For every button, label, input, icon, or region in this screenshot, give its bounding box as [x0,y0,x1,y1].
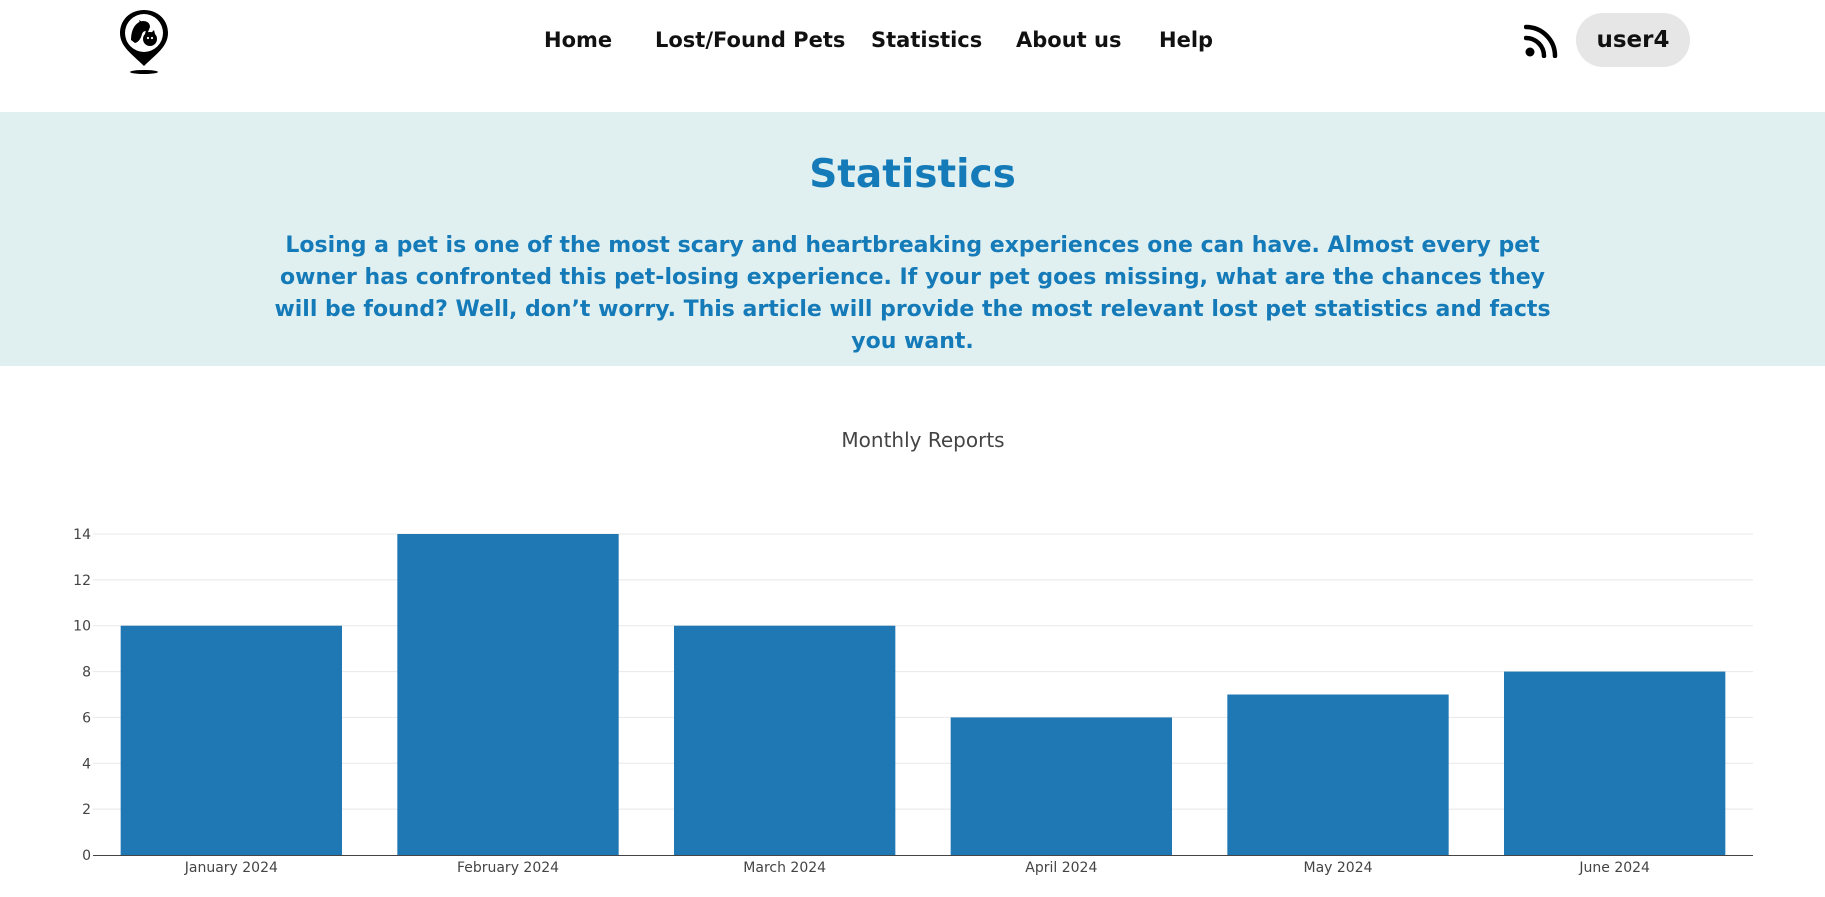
y-tick-label: 8 [82,665,91,681]
x-tick-label: April 2024 [1025,860,1097,876]
x-tick-label: June 2024 [1578,860,1650,876]
bar-chart-svg: Monthly Reports 0 2 4 6 8 10 12 14 January 2024 Fe… [73,428,1753,876]
nav-about-us[interactable]: About us [1016,22,1121,58]
chart-title: Monthly Reports [841,428,1004,452]
x-tick-label: February 2024 [457,860,559,876]
y-tick-label: 6 [82,710,91,726]
y-tick-label: 4 [82,756,91,772]
hero-banner: Statistics Losing a pet is one of the mo… [0,112,1825,366]
nav-home[interactable]: Home [544,22,612,58]
bar-march-2024 [674,625,896,855]
x-tick-label: May 2024 [1303,860,1372,876]
bar-april-2024 [950,717,1172,855]
top-header: Home Lost/Found Pets Statistics About us… [0,0,1825,112]
y-tick-label: 12 [73,573,91,589]
bar-january-2024 [120,625,343,855]
page-title: Statistics [809,152,1016,197]
y-tick-label: 14 [73,527,91,543]
y-tick-label: 10 [73,619,91,635]
rss-feed-icon[interactable] [1523,24,1558,59]
nav-statistics[interactable]: Statistics [871,22,982,58]
bar-may-2024 [1227,694,1449,855]
x-tick-label: March 2024 [743,860,826,876]
bar-june-2024 [1504,671,1726,855]
x-tick-label: January 2024 [184,860,278,876]
intro-paragraph: Losing a pet is one of the most scary an… [274,233,1551,354]
y-tick-label: 2 [82,802,91,818]
nav-help[interactable]: Help [1159,22,1213,58]
user-account-button[interactable]: user4 [1576,13,1690,67]
bar-february-2024 [397,534,619,855]
y-tick-label: 0 [82,848,91,864]
monthly-reports-chart: Monthly Reports 0 2 4 6 8 10 12 14 January 2024 Fe… [0,366,1825,897]
nav-lost-found-pets[interactable]: Lost/Found Pets [655,22,845,58]
